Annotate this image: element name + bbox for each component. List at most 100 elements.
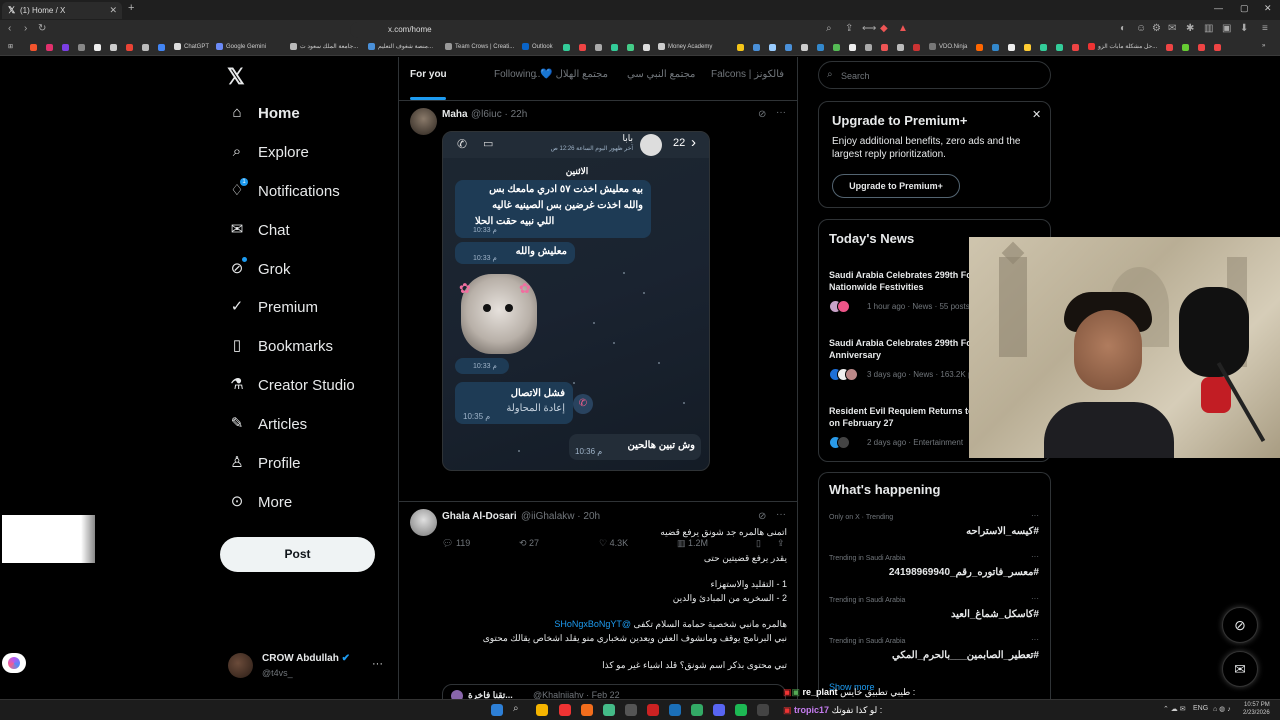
bookmark-icon-21[interactable] (849, 44, 856, 51)
bookmark-button[interactable]: ▯ (756, 538, 761, 549)
tab-community-2[interactable]: مجتمع النبي سي (627, 69, 695, 80)
bookmark-x-icon[interactable] (94, 44, 101, 51)
bookmark-icon-25[interactable] (913, 44, 920, 51)
menu-icon[interactable]: ≡ (1262, 23, 1268, 34)
app-icon-4[interactable] (757, 704, 769, 716)
bookmark-icon-24[interactable] (897, 44, 904, 51)
bookmark-icon-20[interactable] (833, 44, 840, 51)
bookmark-icon-7[interactable] (158, 44, 165, 51)
sidebar-item-explore[interactable]: ⌕ Explore (228, 140, 388, 170)
new-tab-button[interactable]: + (128, 2, 134, 14)
extension-icon-2[interactable]: ☺ (1136, 23, 1146, 34)
avatar[interactable] (410, 509, 437, 536)
tab-close-icon[interactable]: ✕ (109, 5, 117, 16)
translate-icon[interactable]: ⟷ (862, 23, 876, 34)
bookmark-team-crows[interactable]: Team Crows | Creati... (445, 43, 514, 50)
bookmark-icon-5[interactable] (110, 44, 117, 51)
close-icon[interactable]: ✕ (1032, 108, 1041, 121)
bookmark-chatgpt[interactable]: ChatGPT (174, 43, 209, 50)
sidebar-item-profile[interactable]: ♙ Profile (228, 451, 388, 481)
bookmark-icon-15[interactable] (753, 44, 760, 51)
share-button[interactable]: ⇪ (777, 538, 785, 549)
bookmark-icon-8[interactable] (563, 44, 570, 51)
bookmark-icon-36[interactable] (1214, 44, 1221, 51)
views-button[interactable]: ▥ 1.2M (677, 538, 708, 549)
bookmark-icon-4[interactable] (78, 44, 85, 51)
sidebar-item-grok[interactable]: ⊘ Grok (228, 257, 388, 287)
bookmark-ksu[interactable]: جامعة الملك سعود ت... (290, 43, 358, 50)
bookmark-icon-23[interactable] (881, 44, 888, 51)
more-options-icon[interactable]: ··· (372, 658, 383, 670)
bookmark-money-academy[interactable]: Money Academy (658, 43, 712, 50)
discord-icon[interactable] (713, 704, 725, 716)
explorer-icon[interactable] (536, 704, 548, 716)
sidebar-item-premium[interactable]: ✓ Premium (228, 295, 388, 325)
spotify-icon[interactable] (735, 704, 747, 716)
trend-name[interactable]: #كاسكل_شماغ_العيد (951, 609, 1039, 620)
tab-hilal-community[interactable]: مجتمع الهلال 💙.. (532, 69, 608, 80)
language-indicator[interactable]: ENG (1193, 705, 1208, 712)
bookmark-icon-16[interactable] (769, 44, 776, 51)
bookmark-zoom-fix[interactable]: حل مشكلة مابات الزو... (1088, 43, 1157, 50)
back-button[interactable]: ‹ (8, 23, 11, 34)
tweet-author-name[interactable]: Maha (442, 109, 468, 120)
start-icon[interactable] (491, 704, 503, 716)
bookmark-icon-2[interactable] (46, 44, 53, 51)
bookmark-icon-6[interactable] (142, 44, 149, 51)
shield-icon[interactable]: ◆ (880, 23, 888, 34)
search-icon[interactable]: ⌕ (513, 703, 519, 714)
bookmark-icon-3[interactable] (62, 44, 69, 51)
x-logo-icon[interactable]: 𝕏 (227, 64, 245, 90)
bookmark-icon-12[interactable] (627, 44, 634, 51)
wallet-icon[interactable]: ▣ (1222, 23, 1231, 34)
app-icon-2[interactable] (647, 704, 659, 716)
sidebar-item-more[interactable]: ⊙ More (228, 490, 388, 520)
sidebar-toggle-icon[interactable]: ▥ (1204, 23, 1213, 34)
messages-fab-button[interactable]: ✉ (1222, 651, 1258, 687)
bookmark-icon-11[interactable] (611, 44, 618, 51)
copilot-icon[interactable] (2, 653, 26, 673)
network-volume-icons[interactable]: ⌂ ◍ ♪ (1213, 705, 1231, 713)
forward-button[interactable]: › (24, 23, 27, 34)
reload-button[interactable]: ↻ (38, 23, 46, 34)
apps-icon[interactable]: ⊞ (8, 43, 13, 50)
bookmark-icon-19[interactable] (817, 44, 824, 51)
bookmark-icon-31[interactable] (1056, 44, 1063, 51)
extension-icon-4[interactable]: ✉ (1168, 23, 1176, 34)
extension-icon-1[interactable]: ◐ (1120, 23, 1126, 34)
avatar[interactable] (228, 653, 253, 678)
bookmark-outlook[interactable]: Outlook (522, 43, 553, 50)
bookmark-icon-30[interactable] (1040, 44, 1047, 51)
app-icon-3[interactable] (691, 704, 703, 716)
sidebar-item-home[interactable]: ⌂ Home (228, 101, 388, 131)
bookmark-icon-13[interactable] (643, 44, 650, 51)
bookmark-icon-17[interactable] (785, 44, 792, 51)
brave-icon[interactable] (581, 704, 593, 716)
more-icon[interactable]: ··· (1031, 511, 1039, 520)
post-button[interactable]: Post (220, 537, 375, 572)
trend-name[interactable]: #معسر_فاتوره_رقم_24198969940 (889, 567, 1039, 578)
bookmark-vdo-ninja[interactable]: VDO.Ninja (929, 43, 967, 50)
sidebar-item-bookmarks[interactable]: ▯ Bookmarks (228, 334, 388, 364)
app-icon-1[interactable] (559, 704, 571, 716)
sidebar-item-articles[interactable]: ✎ Articles (228, 412, 388, 442)
puzzle-icon[interactable]: ✱ (1186, 23, 1194, 34)
more-icon[interactable]: ··· (776, 509, 786, 520)
bookmark-icon-22[interactable] (865, 44, 872, 51)
sidebar-item-creator-studio[interactable]: ⚗ Creator Studio (228, 373, 388, 403)
bookmark-shaghof[interactable]: منصة شغوف التعليم... (368, 43, 433, 50)
tweet-image[interactable]: ✆ ▭ بابا آخر ظهور اليوم الساعة 12:26 ص 2… (442, 131, 710, 471)
chrome-icon[interactable] (603, 704, 615, 716)
brave-rewards-icon[interactable]: ▲ (898, 23, 908, 34)
window-close-button[interactable]: ✕ (1264, 3, 1272, 14)
minimize-button[interactable]: — (1214, 3, 1223, 13)
bookmark-icon-33[interactable] (1166, 44, 1173, 51)
tab-falcons[interactable]: فالكونز | Falcons (711, 69, 784, 80)
browser-tab[interactable]: 𝕏 (1) Home / X ✕ (2, 2, 122, 19)
bookmark-gemini[interactable]: Google Gemini (216, 43, 266, 50)
grok-icon[interactable]: ⊘ (758, 109, 766, 120)
tab-for-you[interactable]: For you (410, 69, 447, 80)
trend-name[interactable]: #كيسه_الاستراحه (966, 526, 1039, 537)
bookmark-icon-18[interactable] (801, 44, 808, 51)
bookmark-icon-34[interactable] (1182, 44, 1189, 51)
